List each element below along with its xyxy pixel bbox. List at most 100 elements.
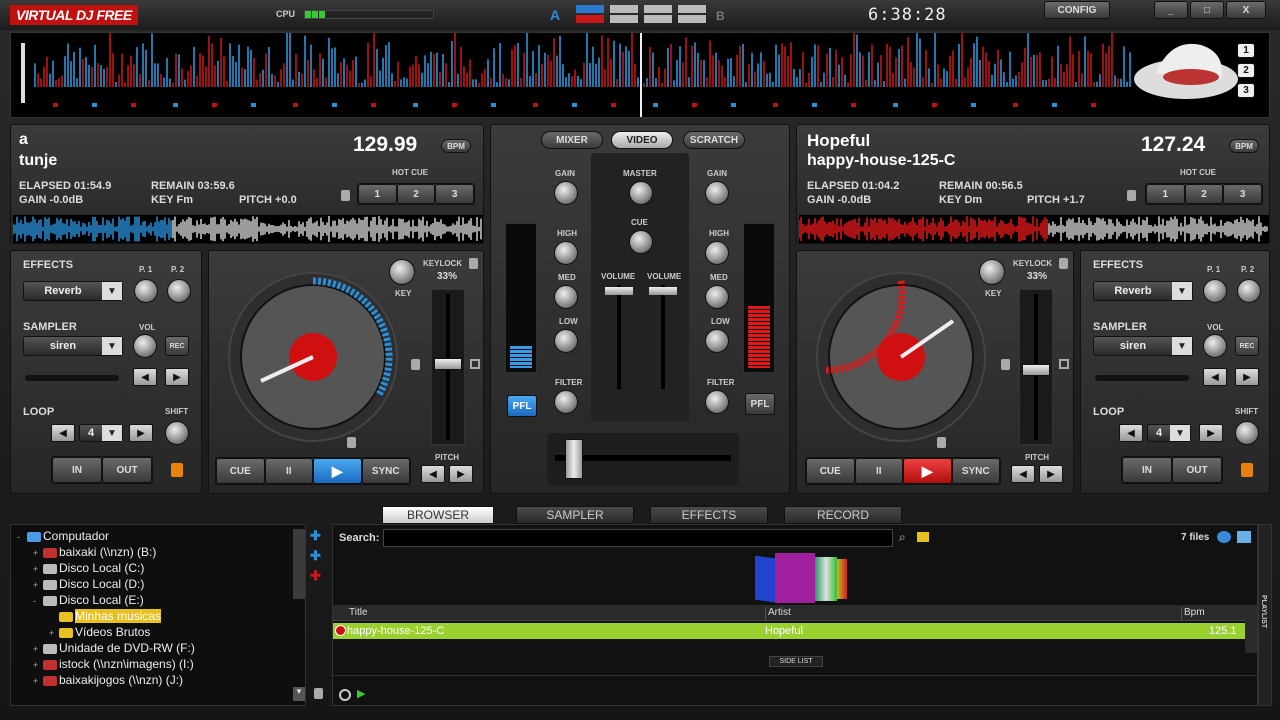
- deck1-sampler-next[interactable]: ▶: [165, 368, 189, 386]
- tree-item[interactable]: + Vídeos Brutos: [17, 624, 297, 640]
- search-icon[interactable]: ⌕: [899, 530, 906, 545]
- ch2-filter-knob[interactable]: [705, 390, 729, 414]
- tab-sampler[interactable]: SAMPLER: [516, 506, 634, 524]
- ch2-med-knob[interactable]: [705, 285, 729, 309]
- tree-item[interactable]: + Unidade de DVD-RW (F:): [17, 640, 297, 656]
- deck1-loop-out-button[interactable]: OUT: [102, 457, 152, 483]
- add-filter-icon[interactable]: ✚: [310, 548, 326, 563]
- deck1-loop-in-button[interactable]: IN: [52, 457, 102, 483]
- tree-item[interactable]: + Disco Local (D:): [17, 576, 297, 592]
- add-folder-icon[interactable]: ✚: [310, 528, 326, 543]
- mixer-tab-scratch[interactable]: SCRATCH: [683, 131, 745, 149]
- track-overview-waveform[interactable]: 1 2 3: [10, 32, 1270, 118]
- deck1-jog-wheel[interactable]: [225, 269, 401, 445]
- deck1-sampler-prev[interactable]: ◀: [133, 368, 157, 386]
- folder-icon[interactable]: [917, 532, 929, 542]
- deck1-effect-p2-knob[interactable]: [167, 279, 191, 303]
- sidelist-target-icon[interactable]: [339, 689, 351, 701]
- column-artist[interactable]: Artist: [765, 607, 791, 621]
- deck1-effect-select[interactable]: Reverb ▼: [23, 281, 123, 301]
- expand-icon[interactable]: +: [33, 673, 43, 689]
- ch2-volume-fader[interactable]: [649, 285, 677, 389]
- column-title[interactable]: Title: [349, 607, 368, 618]
- lock-icon[interactable]: [341, 190, 350, 201]
- deck-b-indicator[interactable]: [576, 15, 604, 23]
- expand-icon[interactable]: +: [33, 545, 43, 561]
- deck2-pitch-handle[interactable]: [1022, 364, 1050, 376]
- deck1-loop-prev[interactable]: ◀: [51, 424, 75, 442]
- layout-1[interactable]: [610, 5, 638, 13]
- expand-icon[interactable]: +: [33, 657, 43, 673]
- deck1-hotcue-3[interactable]: 3: [435, 184, 474, 204]
- deck1-hotcue-1[interactable]: 1: [358, 184, 397, 204]
- ch2-volume-handle[interactable]: [649, 287, 677, 295]
- deck-3-select[interactable]: 3: [1237, 83, 1255, 98]
- ch2-pfl-button[interactable]: PFL: [745, 393, 775, 415]
- ch2-high-knob[interactable]: [705, 241, 729, 265]
- tree-item[interactable]: + Disco Local (C:): [17, 560, 297, 576]
- deck2-hotcue-3[interactable]: 3: [1223, 184, 1262, 204]
- ch1-pfl-button[interactable]: PFL: [507, 395, 537, 417]
- tree-item[interactable]: + istock (\\nzn\imagens) (I:): [17, 656, 297, 672]
- ch1-med-knob[interactable]: [554, 285, 578, 309]
- deck1-effect-p1-knob[interactable]: [134, 279, 158, 303]
- deck1-play-button[interactable]: ▶: [313, 458, 362, 484]
- deck2-effect-p2-knob[interactable]: [1237, 279, 1261, 303]
- tab-record[interactable]: RECORD: [784, 506, 902, 524]
- lock-icon[interactable]: [314, 688, 323, 699]
- column-bpm[interactable]: Bpm: [1181, 607, 1205, 621]
- deck2-loop-out-button[interactable]: OUT: [1172, 457, 1222, 483]
- deck2-play-button[interactable]: ▶: [903, 458, 952, 484]
- deck1-pitch-down[interactable]: ◀: [421, 465, 445, 483]
- tab-browser[interactable]: BROWSER: [382, 506, 494, 524]
- deck2-hotcue-2[interactable]: 2: [1184, 184, 1224, 204]
- globe-icon[interactable]: [1217, 531, 1231, 543]
- deck2-effect-select[interactable]: Reverb ▼: [1093, 281, 1193, 301]
- add-playlist-icon[interactable]: ✚: [310, 568, 326, 583]
- deck2-rec-button[interactable]: REC: [1235, 336, 1259, 356]
- deck1-cue-button[interactable]: CUE: [216, 458, 265, 484]
- master-volume-knob[interactable]: [629, 181, 653, 205]
- deck-a-indicator[interactable]: [576, 5, 604, 13]
- deck1-bpm-button[interactable]: BPM: [441, 139, 471, 153]
- deck1-pause-button[interactable]: II: [264, 458, 313, 484]
- deck2-sampler-vol-knob[interactable]: [1203, 334, 1227, 358]
- layout-3[interactable]: [644, 5, 672, 13]
- deck2-loop-prev[interactable]: ◀: [1119, 424, 1143, 442]
- deck2-loop-in-button[interactable]: IN: [1122, 457, 1172, 483]
- collapse-icon[interactable]: -: [17, 529, 27, 545]
- deck2-loop-select[interactable]: 4 ▼: [1147, 424, 1191, 442]
- deck1-hotcue-2[interactable]: 2: [396, 184, 436, 204]
- deck1-remain[interactable]: REMAIN 03:59.6: [151, 180, 235, 192]
- deck2-pause-button[interactable]: II: [854, 458, 903, 484]
- expand-icon[interactable]: +: [33, 561, 43, 577]
- ch2-low-knob[interactable]: [705, 329, 729, 353]
- deck1-pitch-up[interactable]: ▶: [449, 465, 473, 483]
- minimize-button[interactable]: _: [1154, 1, 1188, 19]
- lock-icon[interactable]: [1241, 463, 1253, 477]
- deck-1-select[interactable]: 1: [1237, 43, 1255, 58]
- playlist-side-tab[interactable]: PLAYLIST: [1258, 524, 1272, 706]
- side-list-button[interactable]: SIDE LIST: [769, 656, 823, 667]
- tab-effects[interactable]: EFFECTS: [650, 506, 768, 524]
- scroll-down-icon[interactable]: ▼: [293, 687, 305, 701]
- deck2-key-knob[interactable]: [979, 259, 1005, 285]
- deck1-loop-select[interactable]: 4 ▼: [79, 424, 123, 442]
- lock-icon[interactable]: [1127, 190, 1136, 201]
- collapse-icon[interactable]: -: [33, 593, 43, 609]
- deck2-remain[interactable]: REMAIN 00:56.5: [939, 180, 1023, 192]
- layout-5[interactable]: [678, 5, 706, 13]
- deck1-loop-next[interactable]: ▶: [129, 424, 153, 442]
- pitch-reset-icon[interactable]: [1059, 359, 1069, 369]
- deck2-pitch-slider[interactable]: [1019, 289, 1053, 445]
- cue-mix-knob[interactable]: [629, 230, 653, 254]
- deck1-rec-button[interactable]: REC: [165, 336, 189, 356]
- deck2-waveform[interactable]: [798, 215, 1269, 243]
- deck2-shift-knob[interactable]: [1235, 421, 1259, 445]
- tree-item[interactable]: Minhas musicas: [17, 608, 297, 624]
- deck2-jog-wheel[interactable]: [813, 269, 989, 445]
- deck1-pitch-slider[interactable]: [431, 289, 465, 445]
- deck2-pitch-down[interactable]: ◀: [1011, 465, 1035, 483]
- expand-icon[interactable]: +: [49, 625, 59, 641]
- ch1-high-knob[interactable]: [554, 241, 578, 265]
